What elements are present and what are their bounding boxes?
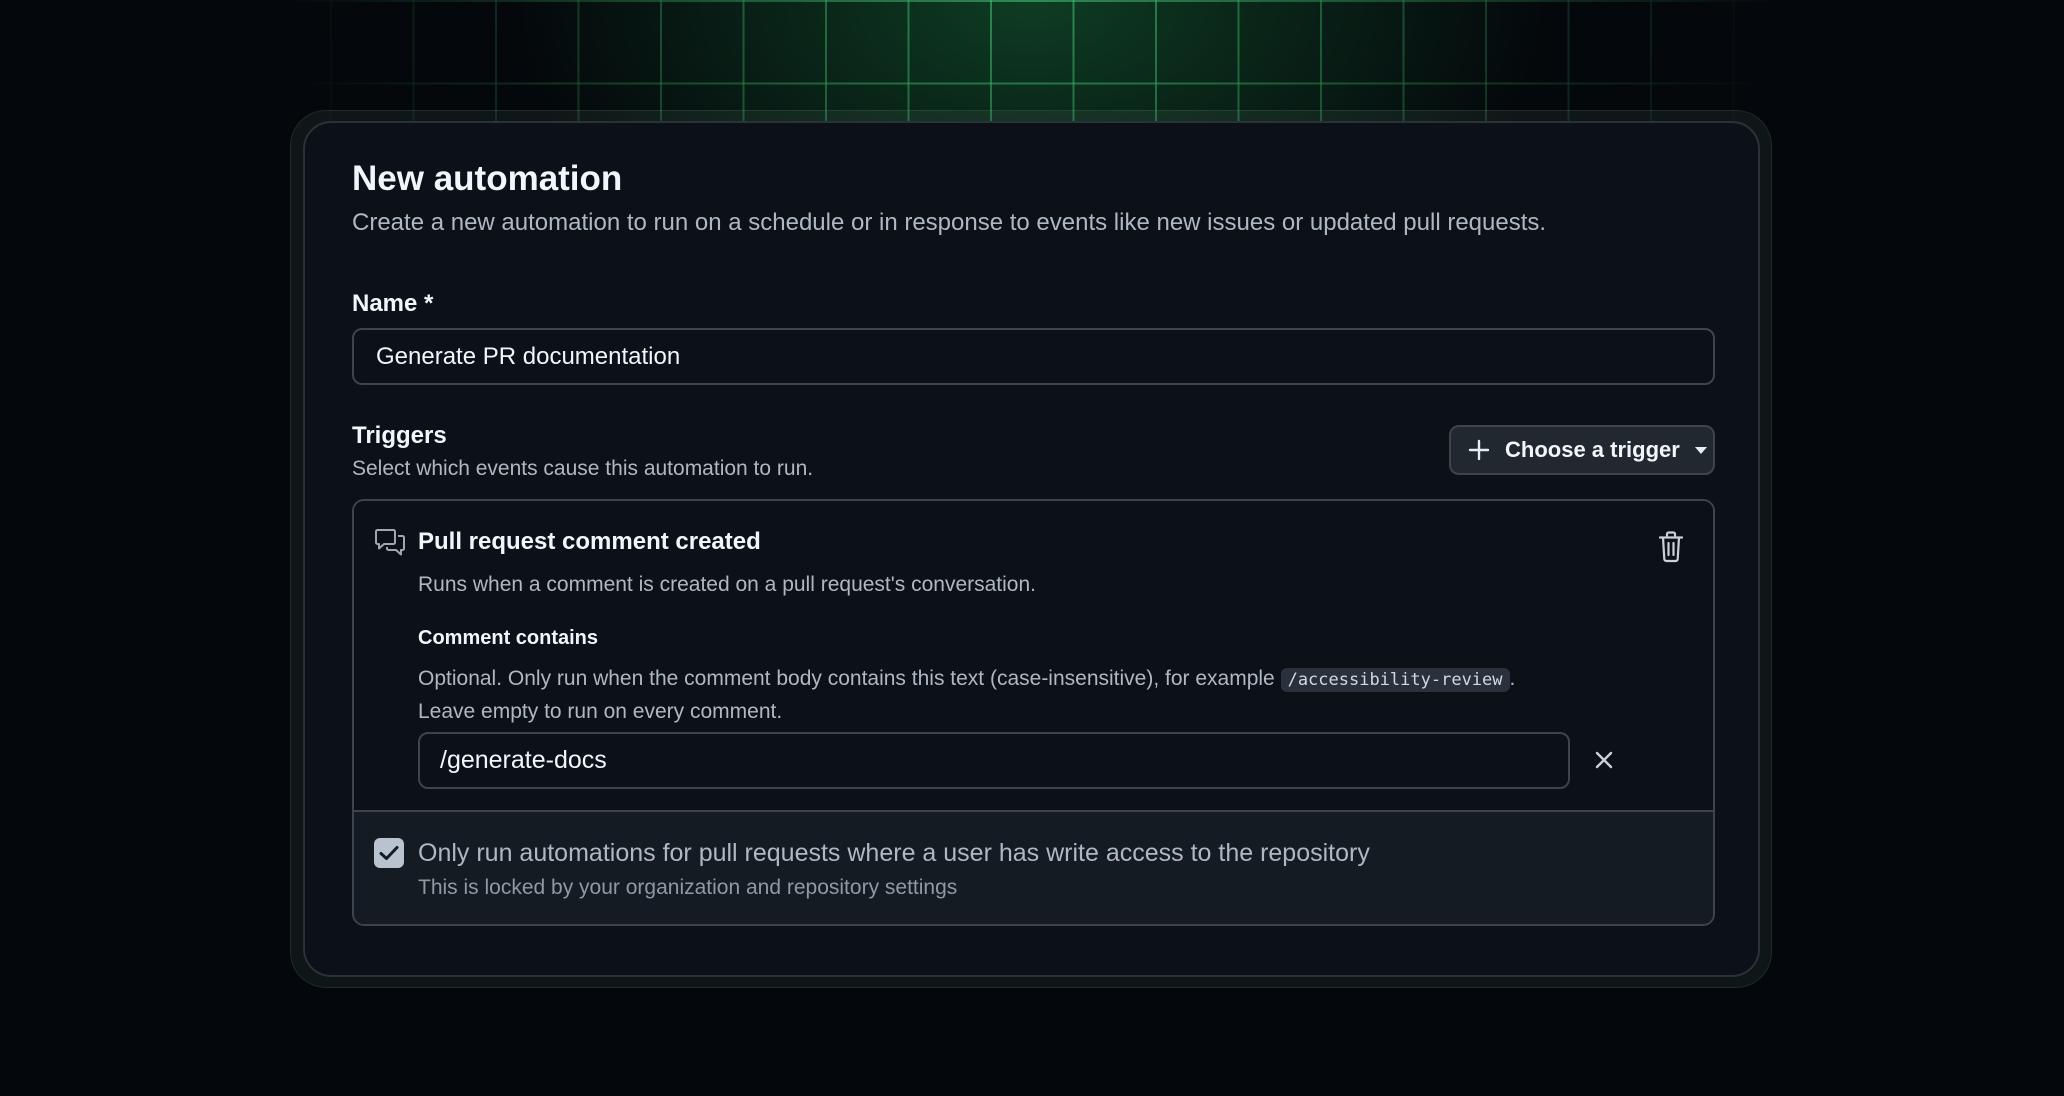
comment-discussion-icon <box>375 529 405 556</box>
trigger-card: Pull request comment created Runs when a… <box>352 499 1715 926</box>
trigger-description: Runs when a comment is created on a pull… <box>418 573 1037 596</box>
write-access-section: Only run automations for pull requests w… <box>354 812 1713 924</box>
write-access-checkbox[interactable] <box>374 838 404 868</box>
example-code: /accessibility-review <box>1280 668 1510 692</box>
check-icon <box>379 846 399 860</box>
choose-trigger-button[interactable]: Choose a trigger <box>1449 425 1715 475</box>
help-text: Optional. Only run when the comment body… <box>418 667 1281 690</box>
choose-trigger-label: Choose a trigger <box>1505 437 1680 462</box>
help-text-line2: Leave empty to run on every comment. <box>418 700 783 723</box>
dialog-subtitle: Create a new automation to run on a sche… <box>352 209 1547 236</box>
triggers-description: Select which events cause this automatio… <box>352 457 814 480</box>
name-input[interactable] <box>352 328 1715 385</box>
help-text-end: . <box>1509 667 1516 690</box>
trigger-card-body: Pull request comment created Runs when a… <box>354 501 1713 812</box>
trigger-title: Pull request comment created <box>418 528 761 555</box>
name-label: Name * <box>352 290 434 317</box>
trash-icon[interactable] <box>1657 531 1685 563</box>
dialog-title: New automation <box>352 159 623 198</box>
comment-contains-help: Optional. Only run when the comment body… <box>418 663 1668 727</box>
clear-icon[interactable] <box>1594 750 1614 770</box>
plus-icon <box>1468 439 1490 461</box>
write-access-label: Only run automations for pull requests w… <box>418 839 1370 867</box>
caret-down-icon <box>1694 447 1707 454</box>
comment-contains-label: Comment contains <box>418 627 599 649</box>
write-access-note: This is locked by your organization and … <box>418 876 958 899</box>
comment-contains-input[interactable] <box>418 732 1570 789</box>
triggers-label: Triggers <box>352 422 447 449</box>
new-automation-dialog: New automation Create a new automation t… <box>303 121 1760 977</box>
